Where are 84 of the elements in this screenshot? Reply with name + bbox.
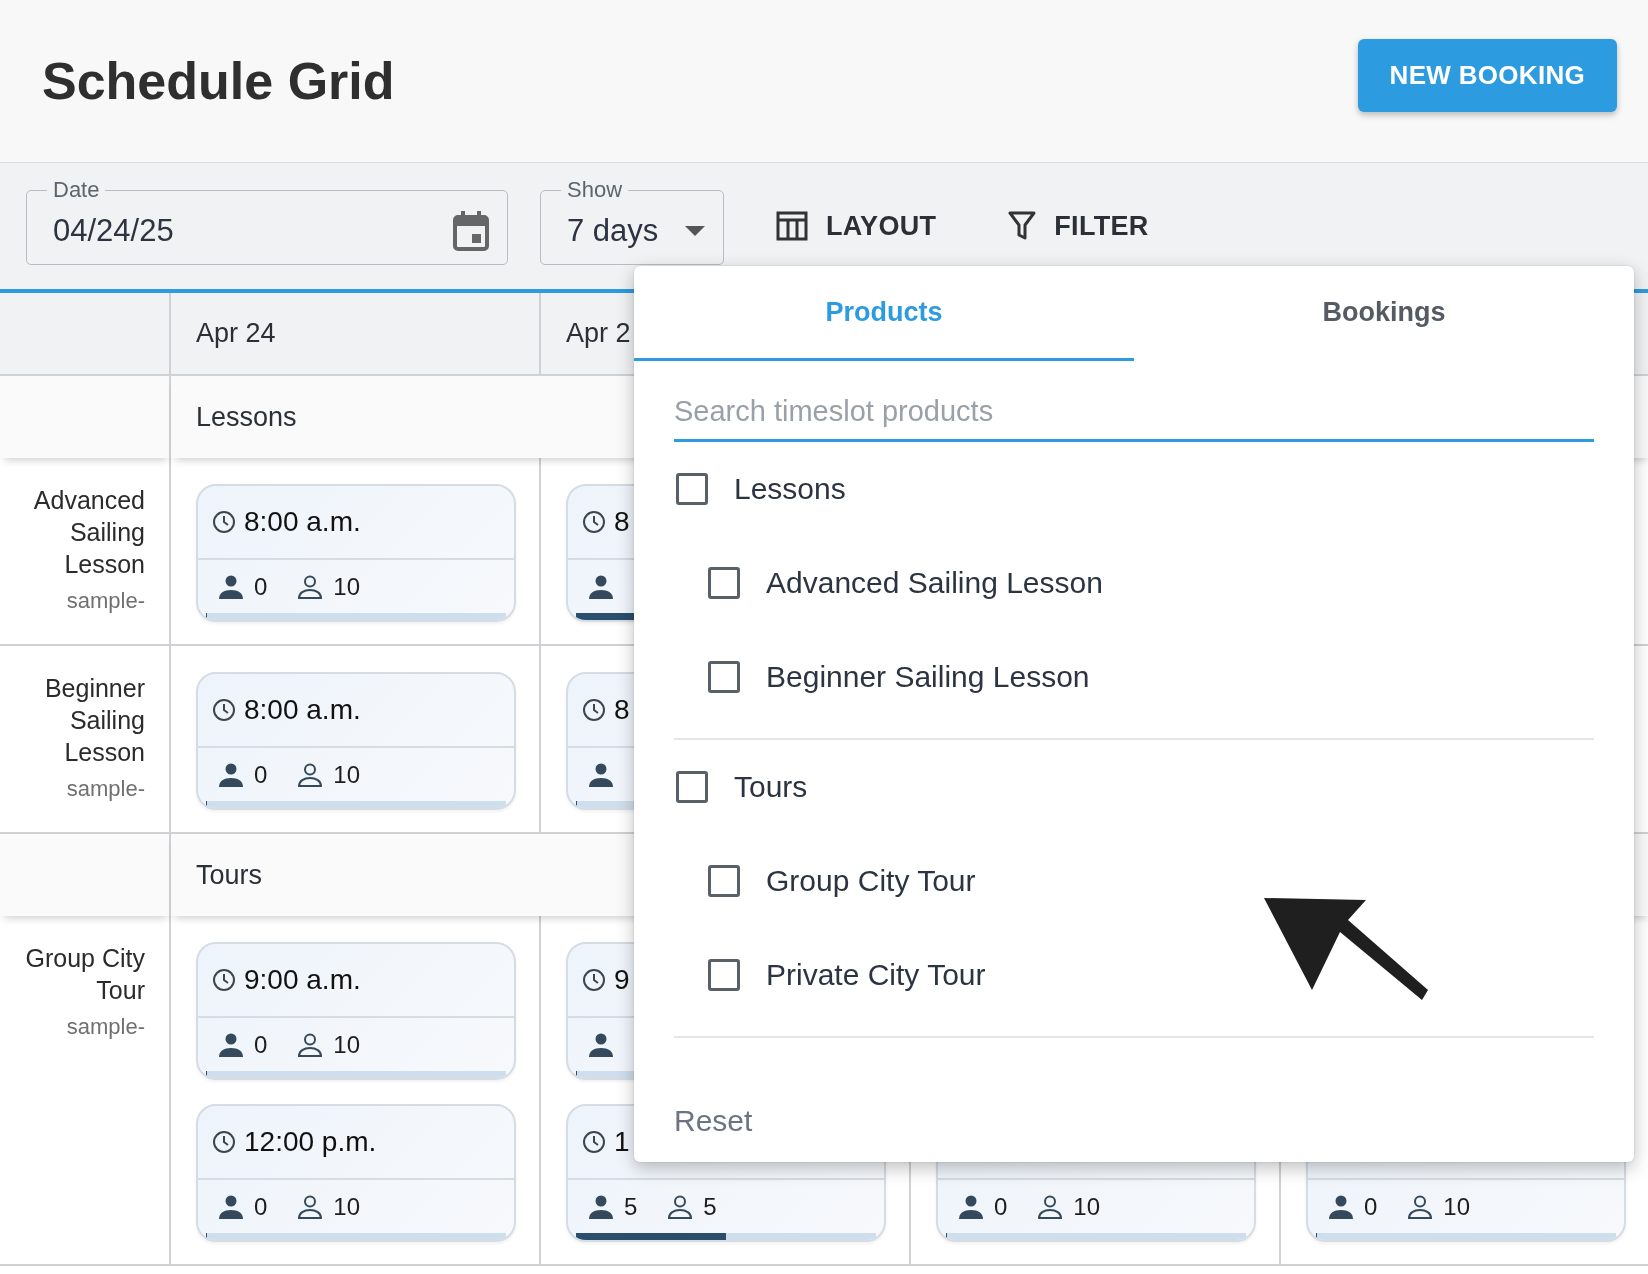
timeslot-time: 8 xyxy=(614,506,630,538)
checkbox[interactable] xyxy=(708,567,740,599)
checkbox-label: Private City Tour xyxy=(766,958,986,992)
checkbox[interactable] xyxy=(708,865,740,897)
available-count: 10 xyxy=(1073,1192,1101,1221)
timeslot-card[interactable]: 12:00 p.m. 0 10 xyxy=(196,1104,516,1242)
clock-icon xyxy=(212,698,236,722)
checkbox-label: Beginner Sailing Lesson xyxy=(766,660,1090,694)
person-outline-icon xyxy=(297,1032,324,1057)
timeslot-time: 9 xyxy=(614,964,630,996)
booked-count: 0 xyxy=(994,1192,1008,1221)
booked-count: 5 xyxy=(624,1192,638,1221)
arrow-icon xyxy=(1264,898,1428,1000)
booked-count: 0 xyxy=(254,572,268,601)
person-outline-icon xyxy=(297,1194,324,1219)
category-label: Lessons xyxy=(196,401,297,433)
person-icon xyxy=(958,1194,984,1219)
product-code: sample- xyxy=(66,776,145,802)
product-name: Group City Tour xyxy=(24,943,145,1006)
available-count: 10 xyxy=(333,572,361,601)
checkbox-label: Tours xyxy=(734,770,808,804)
booked-count: 0 xyxy=(1364,1192,1378,1221)
person-icon xyxy=(218,762,244,787)
product-code: sample- xyxy=(66,1014,145,1040)
field-label: Show xyxy=(566,177,624,203)
timeslot-time: 9:00 a.m. xyxy=(244,964,361,996)
checkbox[interactable] xyxy=(708,959,740,991)
available-count: 5 xyxy=(703,1192,717,1221)
timeslot-time: 8:00 a.m. xyxy=(244,694,361,726)
timeslot-time: 8 xyxy=(614,694,630,726)
timeslot-card[interactable]: 9:00 a.m. 0 10 xyxy=(196,942,516,1080)
clock-icon xyxy=(212,968,236,992)
timeslot-card[interactable]: 8:00 a.m. 0 10 xyxy=(196,672,516,810)
table-icon xyxy=(776,211,808,241)
person-icon xyxy=(588,762,614,787)
checkbox[interactable] xyxy=(676,771,708,803)
clock-icon xyxy=(212,510,236,534)
checkbox-label: Advanced Sailing Lesson xyxy=(766,566,1103,600)
person-icon xyxy=(588,574,614,599)
filter-icon xyxy=(1008,211,1037,241)
person-outline-icon xyxy=(297,762,324,787)
person-outline-icon xyxy=(297,574,324,599)
field-label: Date xyxy=(52,177,101,203)
clock-icon xyxy=(212,1130,236,1154)
checkbox-label: Lessons xyxy=(734,472,846,506)
page-title: Schedule Grid xyxy=(42,51,395,111)
timeslot-card[interactable]: 8:00 a.m. 0 10 xyxy=(196,484,516,622)
calendar-icon xyxy=(453,210,489,251)
product-name: Beginner Sailing Lesson xyxy=(43,673,145,768)
product-code: sample- xyxy=(66,588,145,614)
booked-count: 0 xyxy=(254,760,268,789)
available-count: 10 xyxy=(333,1030,361,1059)
timeslot-time: 12:00 p.m. xyxy=(244,1126,377,1158)
tab[interactable]: Bookings xyxy=(1134,266,1634,361)
timeslot-time: 8:00 a.m. xyxy=(244,506,361,538)
checkbox[interactable] xyxy=(708,661,740,693)
person-icon xyxy=(218,1194,244,1219)
booked-count: 0 xyxy=(254,1192,268,1221)
checkbox-label: Group City Tour xyxy=(766,864,976,898)
clock-icon xyxy=(582,968,606,992)
filter-button[interactable]: FILTER xyxy=(988,200,1169,252)
layout-button[interactable]: LAYOUT xyxy=(756,200,957,252)
category-label: Tours xyxy=(196,859,263,891)
booked-count: 0 xyxy=(254,1030,268,1059)
clock-icon xyxy=(582,510,606,534)
caret-icon xyxy=(685,225,705,236)
checkbox[interactable] xyxy=(676,473,708,505)
clock-icon xyxy=(582,698,606,722)
timeslot-time: 1 xyxy=(614,1126,630,1158)
person-icon xyxy=(588,1194,614,1219)
person-icon xyxy=(588,1032,614,1057)
person-outline-icon xyxy=(1407,1194,1434,1219)
available-count: 10 xyxy=(333,760,361,789)
available-count: 10 xyxy=(1443,1192,1471,1221)
person-icon xyxy=(218,1032,244,1057)
person-icon xyxy=(218,574,244,599)
clock-icon xyxy=(582,1130,606,1154)
person-outline-icon xyxy=(667,1194,694,1219)
column-header: Apr 24 xyxy=(171,293,541,376)
person-outline-icon xyxy=(1037,1194,1064,1219)
product-name: Advanced Sailing Lesson xyxy=(32,485,145,580)
reset-button[interactable]: Reset xyxy=(674,1104,753,1138)
available-count: 10 xyxy=(333,1192,361,1221)
person-icon xyxy=(1328,1194,1354,1219)
